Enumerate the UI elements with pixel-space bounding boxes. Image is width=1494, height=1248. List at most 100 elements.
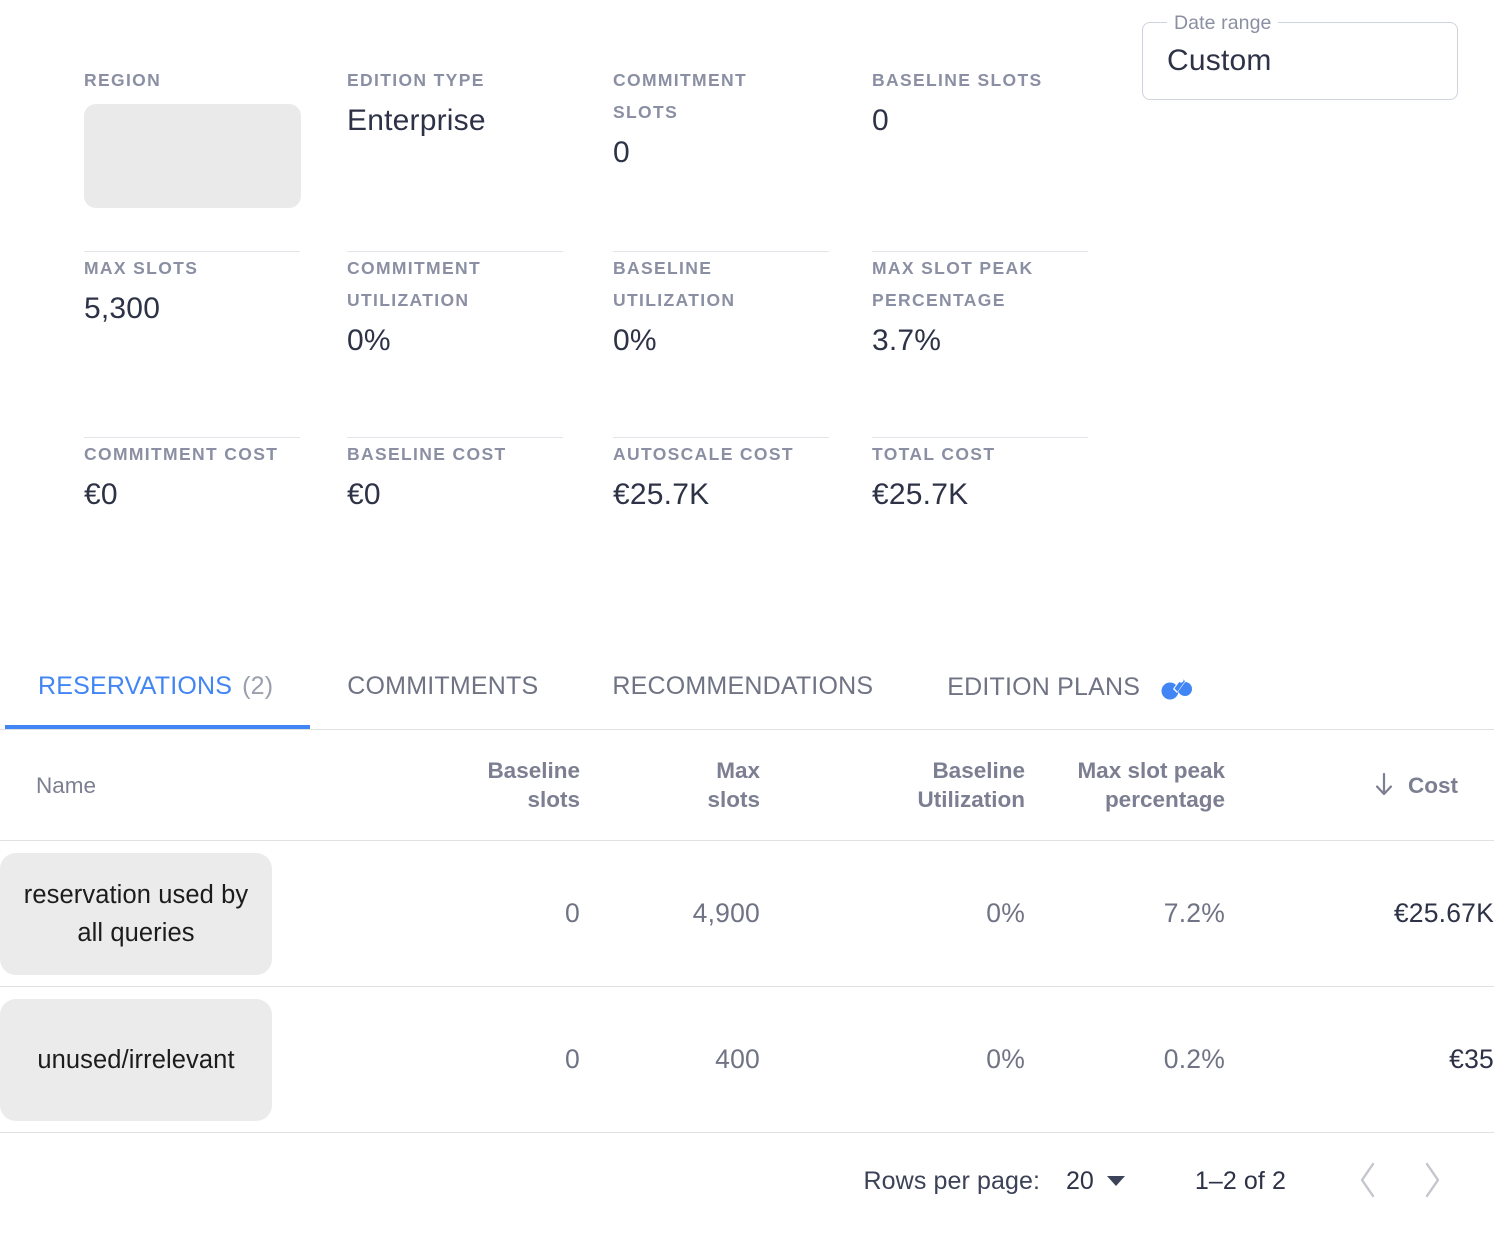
column-header-name[interactable]: Name [0,730,380,841]
column-header-label-line2: Utilization [917,787,1026,812]
column-header-label-line2: percentage [1104,787,1225,812]
metric-max-slots: MAX SLOTS 5,300 [84,252,347,438]
cell-max-slots: 4,900 [580,840,760,987]
column-header-label-line1: Max slot peak [1077,758,1225,783]
metric-value: €25.7K [613,478,710,511]
metric-commitment-cost: COMMITMENT COST €0 [84,438,347,624]
column-header-label-line2: slots [707,787,760,812]
column-header-label-line1: Baseline [932,758,1025,783]
date-range-field[interactable]: Date range Custom [1142,12,1458,100]
metric-value: 0% [613,324,657,357]
cell-max-slot-peak-percentage: 7.2% [1025,840,1225,987]
cell-baseline-utilization: 0% [760,986,1025,1133]
metric-label: COMMITMENT UTILIZATION [347,258,482,310]
metric-baseline-utilization: BASELINE UTILIZATION 0% [613,252,872,438]
table-row[interactable]: reservation used by all queries 0 4,900 … [0,840,1494,987]
redacted-value-placeholder [84,104,301,208]
metric-value: €0 [84,478,118,511]
cell-cost: €35 [1225,986,1494,1133]
cell-max-slots: 400 [580,986,760,1133]
column-header-label-line2: slots [527,787,580,812]
metric-label: TOTAL COST [872,444,996,464]
arrow-down-icon [1372,771,1396,799]
metric-baseline-slots: BASELINE SLOTS 0 [872,64,1138,252]
metric-label: COMMITMENT SLOTS [613,70,748,122]
date-range-label: Date range [1167,12,1279,34]
cell-baseline-utilization: 0% [760,840,1025,987]
metrics-grid: REGION EDITION TYPE Enterprise COMMITMEN… [0,14,1138,624]
active-tab-indicator [5,725,310,729]
metric-total-cost: TOTAL COST €25.7K [872,438,1138,624]
rows-per-page-select[interactable]: 20 [1066,1167,1125,1196]
rows-per-page-value: 20 [1066,1166,1094,1195]
tab-label: COMMITMENTS [347,672,539,700]
chevron-left-icon [1356,1160,1382,1203]
metric-value: €0 [347,478,381,511]
cell-name: reservation used by all queries [0,840,380,987]
metric-label: MAX SLOTS [84,258,199,278]
tab-label: RESERVATIONS [38,672,233,700]
column-header-label-line1: Max [716,758,760,783]
metric-edition-type: EDITION TYPE Enterprise [347,64,613,252]
column-header-max-slots[interactable]: Max slots [580,730,760,841]
metric-label: MAX SLOT PEAK PERCENTAGE [872,258,1034,310]
metric-label: AUTOSCALE COST [613,444,794,464]
table-header-row: Name Baseline slots Max slots Baseline U… [0,730,1494,841]
tab-commitments[interactable]: COMMITMENTS [347,654,538,701]
cell-cost: €25.67K [1225,840,1494,987]
tab-reservations[interactable]: RESERVATIONS (2) [38,654,273,701]
tab-edition-plans[interactable]: EDITION PLANS [947,654,1194,702]
chevron-down-icon [1106,1176,1125,1186]
table-pagination: Rows per page: 20 1–2 of 2 [0,1133,1494,1229]
pagination-range-label: 1–2 of 2 [1194,1166,1286,1195]
column-header-baseline-slots[interactable]: Baseline slots [380,730,580,841]
metric-region: REGION [84,64,347,252]
table-row[interactable]: unused/irrelevant 0 400 0% 0.2% €35 [0,986,1494,1133]
table-header: Name Baseline slots Max slots Baseline U… [0,730,1494,841]
bigquery-reservation-dashboard: Date range Custom REGION EDITION TYPE En… [0,0,1494,1248]
metric-commitment-utilization: COMMITMENT UTILIZATION 0% [347,252,613,438]
column-header-max-slot-peak-percentage[interactable]: Max slot peak percentage [1025,730,1225,841]
cell-name: unused/irrelevant [0,986,380,1133]
metric-value: 5,300 [84,292,161,325]
column-header-label: Cost [1408,772,1458,798]
metric-value: €25.7K [872,478,969,511]
column-header-label-line1: Baseline [487,758,580,783]
column-header-baseline-utilization[interactable]: Baseline Utilization [760,730,1025,841]
date-range-value: Custom [1167,44,1272,77]
chevron-right-icon [1418,1160,1444,1203]
metric-label: COMMITMENT COST [84,444,279,464]
metric-value: 0 [872,104,889,137]
tab-label: EDITION PLANS [947,672,1141,701]
metric-value: 3.7% [872,324,942,357]
next-page-button[interactable] [1400,1150,1462,1212]
metric-baseline-cost: BASELINE COST €0 [347,438,613,624]
date-range-picker[interactable]: Date range Custom [1142,12,1458,100]
metric-value: 0 [613,136,630,169]
column-header-cost[interactable]: Cost [1225,730,1494,841]
tab-count: (2) [242,672,274,700]
reservation-name-chip: reservation used by all queries [0,852,272,975]
edition-plans-sparkle-icon [1160,672,1194,702]
metric-max-slot-peak-percentage: MAX SLOT PEAK PERCENTAGE 3.7% [872,252,1138,438]
metric-label: BASELINE UTILIZATION [613,258,736,310]
cell-baseline-slots: 0 [380,840,580,987]
metric-label: BASELINE COST [347,444,507,464]
table-body: reservation used by all queries 0 4,900 … [0,840,1494,1133]
reservations-table: Name Baseline slots Max slots Baseline U… [0,730,1494,1133]
tab-label: RECOMMENDATIONS [612,672,874,700]
metric-label: BASELINE SLOTS [872,70,1043,90]
metric-autoscale-cost: AUTOSCALE COST €25.7K [613,438,872,624]
tab-recommendations[interactable]: RECOMMENDATIONS [612,654,873,701]
metric-value: 0% [347,324,391,357]
tab-list: RESERVATIONS (2) COMMITMENTS RECOMMENDAT… [0,654,1494,729]
previous-page-button[interactable] [1338,1150,1400,1212]
metric-value: Enterprise [347,104,486,137]
summary-panel: Date range Custom REGION EDITION TYPE En… [0,0,1494,624]
tab-bar: RESERVATIONS (2) COMMITMENTS RECOMMENDAT… [0,654,1494,730]
cell-max-slot-peak-percentage: 0.2% [1025,986,1225,1133]
metric-label: REGION [84,70,162,90]
rows-per-page-label: Rows per page: [863,1166,1041,1195]
reservation-name-chip: unused/irrelevant [0,998,272,1121]
metric-label: EDITION TYPE [347,70,485,90]
